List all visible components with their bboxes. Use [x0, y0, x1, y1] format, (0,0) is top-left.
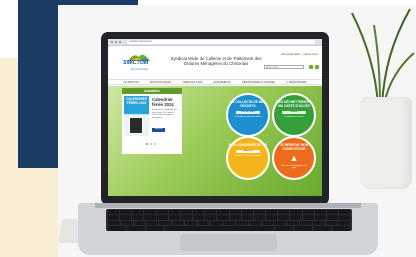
smictom-logo[interactable]: SMICTOM du Chinonais: [120, 51, 156, 75]
nav-item-trier[interactable]: TRIER PAS A PAS: [183, 81, 203, 84]
tile-collecte[interactable]: LA COLLECTE DE MES DÉCHETS Jours de coll…: [226, 93, 270, 137]
tile-consignes[interactable]: MES CONSIGNES DE TRI Guide du tri Un dou…: [226, 136, 270, 180]
tile-consignes-title: MES CONSIGNES DE TRI: [228, 143, 268, 147]
site-title: Syndicat Mixte de Collecte et de Traitem…: [170, 56, 262, 67]
logo-text: SMICTOM: [123, 60, 149, 66]
browser-bar: smictom-chinonais.fr: [108, 39, 322, 46]
tile-dechetteries-sub: Consulter les horaires: [284, 115, 304, 118]
top-link-contact[interactable]: Nous écrire: [303, 53, 318, 56]
tile-composteur[interactable]: JE RÉSERVE MON COMPOSTEUR ▲ Réserver un …: [272, 136, 316, 180]
nav-item-equipements[interactable]: ÉQUIPEMENTS: [213, 81, 230, 84]
tile-dechetteries[interactable]: MES DÉCHETTERIES & MA CARTE D'ACCÈS Hora…: [272, 93, 316, 137]
laptop-hinge: [95, 203, 361, 208]
address-bar[interactable]: smictom-chinonais.fr: [127, 40, 315, 44]
calendar-book-icon: [129, 117, 143, 134]
calendar-cover-title: CALENDRIER FÉRIÉS 2024: [126, 97, 147, 105]
tile-collecte-button[interactable]: Jours de collecte: [236, 110, 260, 114]
home-icon[interactable]: [309, 65, 313, 69]
top-links: Demande aides Nous écrire: [280, 53, 318, 56]
plant-pot: [360, 97, 412, 189]
window-dot-icon: [119, 41, 121, 43]
window-dot-icon: [115, 41, 117, 43]
news-more-button[interactable]: Voir plus: [152, 128, 165, 132]
tile-collecte-title: LA COLLECTE DE MES DÉCHETS: [230, 100, 266, 108]
laptop-trackpad: [180, 234, 277, 251]
tile-dechetteries-title: MES DÉCHETTERIES & MA CARTE D'ACCÈS: [276, 100, 312, 108]
nav-item-smictom[interactable]: LE SMICTOM: [124, 81, 139, 84]
calendar-image: CALENDRIER FÉRIÉS 2024: [124, 96, 149, 136]
social-icons: [309, 65, 319, 69]
carousel-dots[interactable]: [146, 143, 156, 145]
hero-area: Actualités CALENDRIER FÉRIÉS 2024 Calend…: [108, 86, 322, 196]
main-nav: LE SMICTOM INFOS PRATIQUES TRIER PAS A P…: [108, 79, 322, 85]
laptop-screen: smictom-chinonais.fr SMICTOM du Chinonai…: [108, 39, 322, 196]
laptop-keyboard: [106, 209, 352, 231]
facebook-icon[interactable]: [315, 65, 319, 69]
site-header: SMICTOM du Chinonais Syndicat Mixte de C…: [108, 46, 322, 79]
tile-composteur-sub: Réserver un composteur en ligne: [281, 164, 307, 170]
tile-composteur-title: JE RÉSERVE MON COMPOSTEUR: [279, 143, 309, 151]
tile-consignes-sub: Un doute ? Consultez le guide: [234, 154, 262, 157]
tile-consignes-button[interactable]: Guide du tri: [236, 149, 260, 153]
window-dot-icon: [111, 41, 113, 43]
news-card[interactable]: Actualités CALENDRIER FÉRIÉS 2024 Calend…: [122, 88, 182, 154]
news-text: Retrouvez le calendrier des jours fériés…: [152, 109, 178, 120]
nav-item-infos[interactable]: INFOS PRATIQUES: [150, 81, 172, 84]
search-input[interactable]: Rechercher: [264, 65, 304, 69]
nav-item-telecharger[interactable]: À TÉLÉCHARGER: [286, 81, 306, 84]
composter-icon: ▲: [289, 152, 299, 163]
news-header: Actualités: [122, 88, 182, 94]
tile-dechetteries-button[interactable]: Horaires: [282, 110, 306, 114]
news-headline[interactable]: Calendrier fériés 2024: [152, 97, 180, 107]
top-link-aides[interactable]: Demande aides: [280, 53, 300, 56]
nav-item-dechetteries[interactable]: DÉCHETTERIES & CENTRES: [242, 81, 275, 84]
logo-subtext: du Chinonais: [131, 67, 149, 71]
tile-collecte-sub: Consulter les jours de collecte: [234, 115, 262, 118]
